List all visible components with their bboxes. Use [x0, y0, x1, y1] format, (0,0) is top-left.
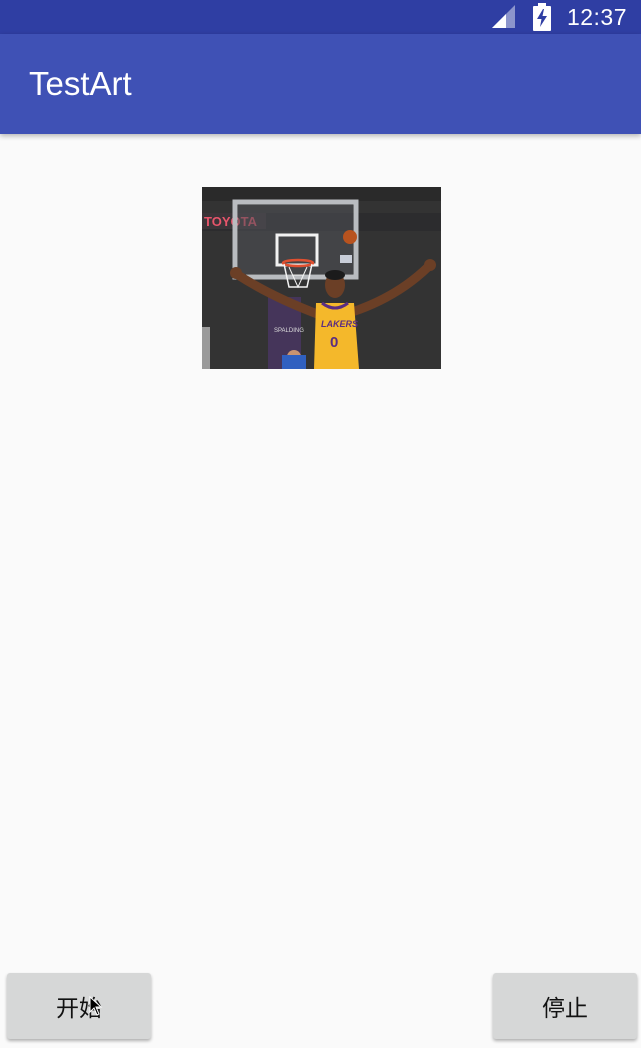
start-button[interactable]: 开始 — [7, 973, 151, 1039]
mouse-pointer-icon — [89, 996, 103, 1016]
jersey-brand-text: LAKERS — [321, 319, 358, 329]
battery-charging-icon — [532, 3, 551, 31]
basketball-player-image: TOYOTA SPALDING LAKERS 0 — [202, 187, 441, 369]
status-time: 12:37 — [566, 3, 627, 30]
jersey-number-text: 0 — [330, 334, 338, 351]
sponsor-text: SPALDING — [274, 328, 304, 334]
status-bar: 12:37 — [0, 0, 641, 34]
animated-image: TOYOTA SPALDING LAKERS 0 — [202, 187, 441, 369]
app-bar: TestArt — [0, 34, 641, 134]
cell-signal-icon — [491, 5, 515, 28]
app-title: TestArt — [29, 65, 132, 102]
stop-button[interactable]: 停止 — [493, 973, 637, 1039]
content-area: TOYOTA SPALDING LAKERS 0 — [0, 134, 641, 1048]
